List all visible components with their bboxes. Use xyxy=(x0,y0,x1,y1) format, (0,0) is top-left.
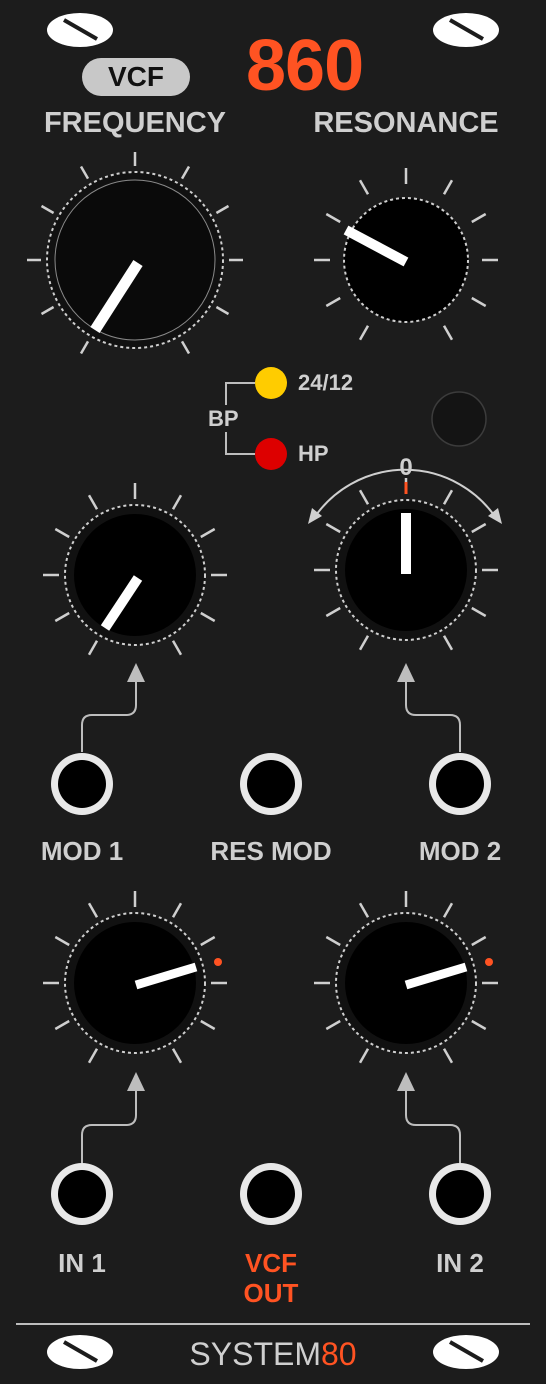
scale-tick xyxy=(325,1019,341,1031)
scale-tick xyxy=(215,204,230,215)
scale-tick xyxy=(358,325,370,341)
scale-tick xyxy=(200,1019,216,1031)
led-24-12 xyxy=(255,367,287,399)
scale-tick xyxy=(180,165,191,180)
mod2-knob[interactable] xyxy=(308,468,502,641)
scale-tick xyxy=(442,1048,454,1064)
scale-tick xyxy=(40,204,55,215)
mod1-label: MOD 1 xyxy=(40,836,124,866)
scale-tick xyxy=(79,340,90,355)
brand-name: SYSTEM xyxy=(189,1336,321,1372)
scale-tick xyxy=(200,611,216,623)
scale-tick xyxy=(442,902,454,918)
mod2-arrow-head-icon xyxy=(397,663,415,682)
scale-tick xyxy=(180,340,191,355)
mod1-arrow-head-icon xyxy=(127,663,145,682)
scale-tick xyxy=(171,902,183,918)
in2-knob[interactable] xyxy=(335,912,493,1054)
brand-number: 80 xyxy=(320,1336,357,1372)
vcf-out-label-line2: OUT xyxy=(243,1278,299,1308)
scale-tick xyxy=(171,640,183,656)
resonance-knob[interactable] xyxy=(343,197,469,323)
scale-tick xyxy=(442,179,454,195)
resonance-label: RESONANCE xyxy=(313,107,499,139)
frequency-label: FREQUENCY xyxy=(43,107,227,139)
in1-unity-dot xyxy=(214,958,222,966)
scale-tick xyxy=(171,494,183,510)
led-hp xyxy=(255,438,287,470)
res-mod-jack[interactable] xyxy=(240,753,302,815)
scale-tick xyxy=(471,1019,487,1031)
scale-tick xyxy=(442,325,454,341)
scale-tick xyxy=(471,606,487,618)
scale-tick xyxy=(87,640,99,656)
scale-tick xyxy=(471,935,487,947)
mount-slot-bottom-left xyxy=(47,1335,113,1369)
mod1-to-knob-arrow xyxy=(81,676,137,752)
scale-tick xyxy=(358,179,370,195)
scale-tick xyxy=(442,635,454,651)
vcf-out-jack[interactable] xyxy=(240,1163,302,1225)
in2-to-knob-arrow xyxy=(405,1085,461,1163)
in2-label: IN 2 xyxy=(436,1248,484,1278)
mount-slot-top-right xyxy=(433,13,499,47)
scale-tick xyxy=(358,1048,370,1064)
scale-tick xyxy=(358,635,370,651)
bp-label: BP xyxy=(208,406,239,431)
scale-tick xyxy=(87,494,99,510)
scale-tick xyxy=(200,935,216,947)
scale-tick xyxy=(442,489,454,505)
scale-tick xyxy=(87,1048,99,1064)
mod1-jack[interactable] xyxy=(51,753,113,815)
model-number: 860 xyxy=(246,26,364,106)
scale-tick xyxy=(325,606,341,618)
scale-tick xyxy=(200,527,216,539)
scale-tick xyxy=(325,935,341,947)
scale-tick xyxy=(471,296,487,308)
scale-tick xyxy=(215,305,230,316)
in1-jack[interactable] xyxy=(51,1163,113,1225)
mode-button[interactable] xyxy=(431,391,487,447)
scale-tick xyxy=(358,489,370,505)
in1-knob[interactable] xyxy=(64,912,222,1054)
scale-tick xyxy=(79,165,90,180)
res-mod-label: RES MOD xyxy=(210,836,332,866)
panel-artwork xyxy=(16,13,530,1369)
mode-hp-label: HP xyxy=(298,441,329,466)
scale-tick xyxy=(54,935,70,947)
scale-tick xyxy=(87,902,99,918)
in2-arrow-head-icon xyxy=(397,1072,415,1091)
mount-slot-top-left xyxy=(47,13,113,47)
in1-to-knob-arrow xyxy=(81,1085,137,1163)
brand-logo: SYSTEM80 xyxy=(160,1334,386,1374)
scale-tick xyxy=(40,305,55,316)
in2-unity-dot xyxy=(485,958,493,966)
scale-tick xyxy=(54,1019,70,1031)
mod2-jack[interactable] xyxy=(429,753,491,815)
scale-tick xyxy=(54,611,70,623)
scale-tick xyxy=(54,527,70,539)
in2-jack[interactable] xyxy=(429,1163,491,1225)
scale-tick xyxy=(325,212,341,224)
frequency-knob[interactable] xyxy=(46,171,224,349)
in1-label: IN 1 xyxy=(58,1248,106,1278)
vcf-out-label-line1: VCF xyxy=(245,1248,297,1278)
module-type-badge: VCF xyxy=(82,58,190,96)
mod2-label: MOD 2 xyxy=(418,836,502,866)
in1-arrow-head-icon xyxy=(127,1072,145,1091)
scale-tick xyxy=(358,902,370,918)
scale-tick xyxy=(325,296,341,308)
scale-tick xyxy=(325,522,341,534)
scale-tick xyxy=(471,212,487,224)
scale-tick xyxy=(471,522,487,534)
module-panel: VCF 860 FREQUENCY RESONANCE BP 24/12 HP … xyxy=(0,0,546,1384)
mod1-knob[interactable] xyxy=(64,504,206,646)
scale-tick xyxy=(171,1048,183,1064)
mode-24-12-label: 24/12 xyxy=(298,370,354,395)
mod2-zero-label: 0 xyxy=(399,454,413,481)
mount-slot-bottom-right xyxy=(433,1335,499,1369)
mod2-to-knob-arrow xyxy=(405,676,461,752)
